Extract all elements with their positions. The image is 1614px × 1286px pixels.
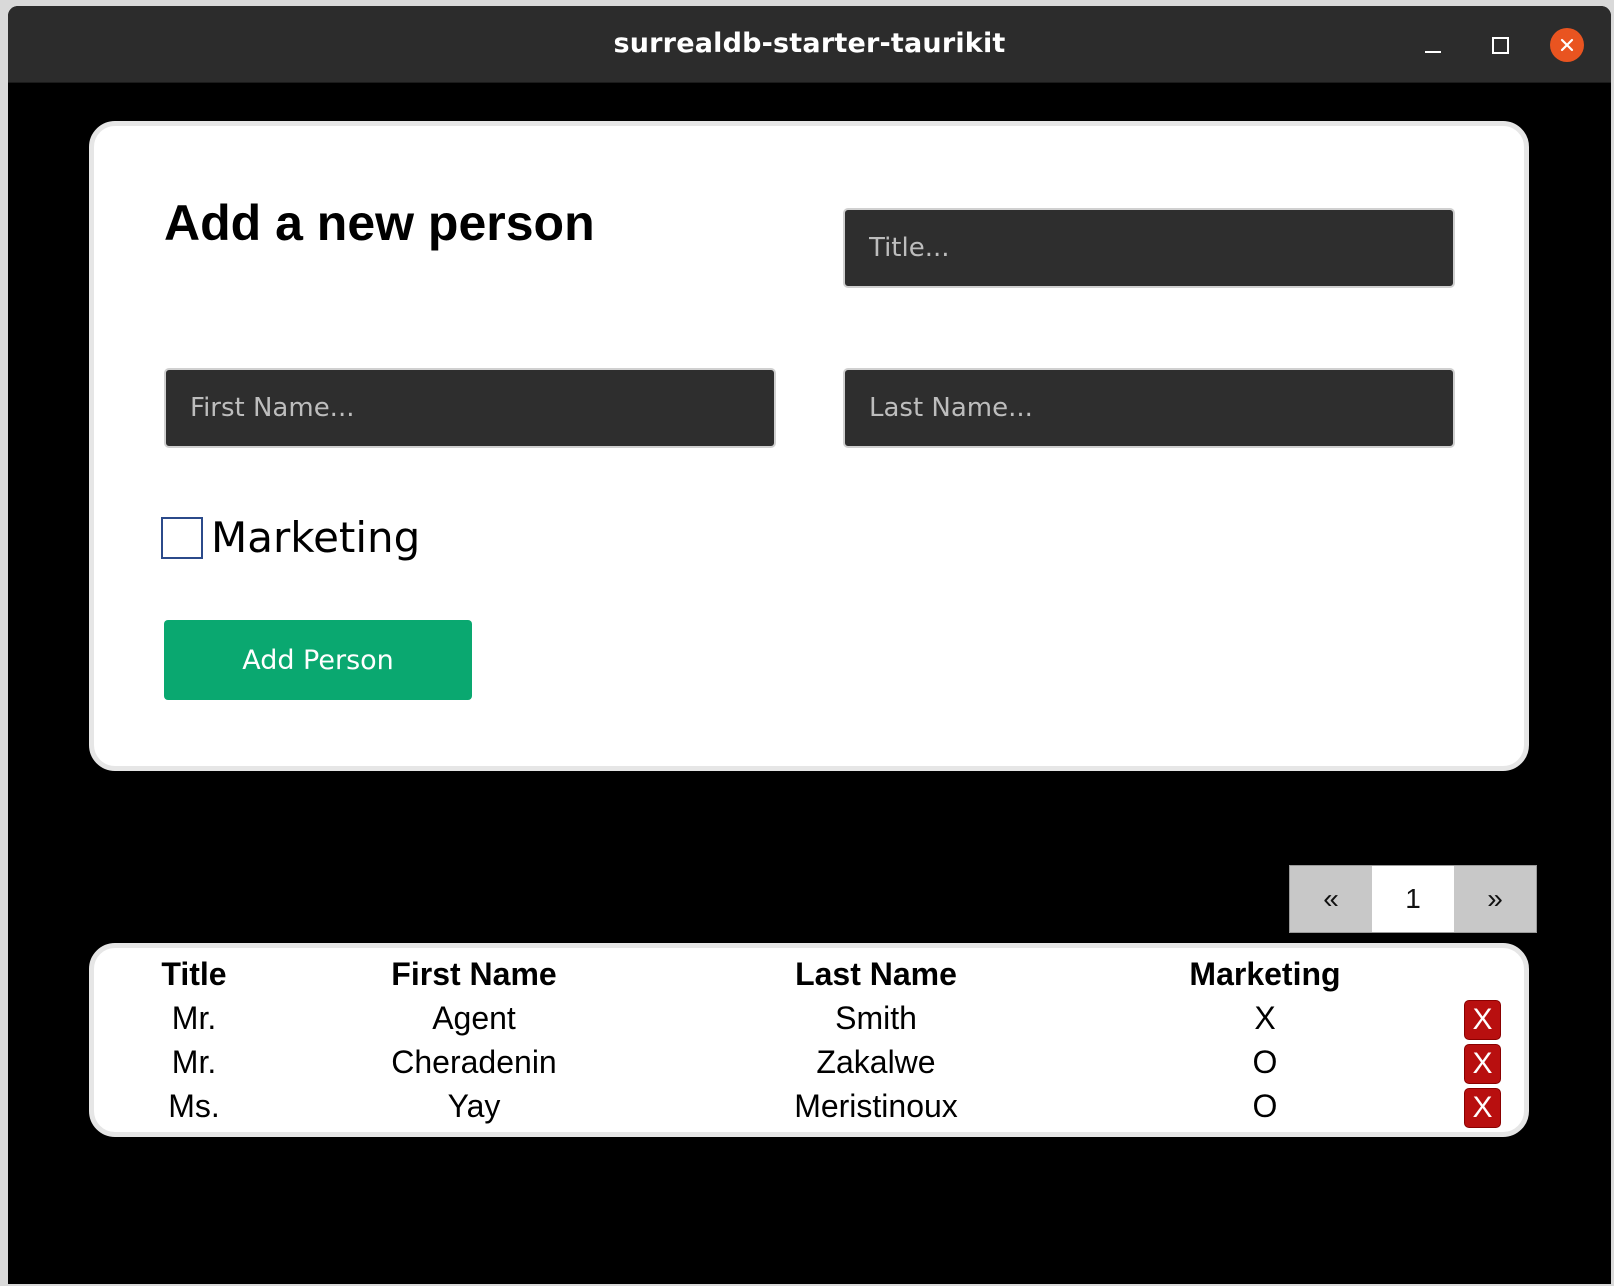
delete-row-button[interactable]: X bbox=[1464, 1044, 1501, 1084]
minimize-icon bbox=[1425, 51, 1441, 53]
first-name-input[interactable] bbox=[164, 368, 776, 448]
next-page-button[interactable]: » bbox=[1454, 866, 1536, 932]
cell-last-name: Meristinoux bbox=[794, 1088, 958, 1124]
cell-marketing: O bbox=[1252, 1044, 1278, 1080]
column-header-marketing: Marketing bbox=[1189, 956, 1341, 992]
cell-title: Mr. bbox=[171, 1000, 217, 1036]
last-name-input[interactable] bbox=[843, 368, 1455, 448]
pagination: « 1 » bbox=[1289, 865, 1537, 933]
window-title: surrealdb-starter-taurikit bbox=[613, 28, 1006, 59]
cell-last-name: Smith bbox=[835, 1000, 917, 1036]
column-header-last-name: Last Name bbox=[795, 956, 957, 992]
title-bar[interactable]: surrealdb-starter-taurikit bbox=[8, 6, 1611, 83]
close-button[interactable] bbox=[1550, 28, 1584, 62]
cell-title: Ms. bbox=[168, 1088, 220, 1124]
previous-page-button[interactable]: « bbox=[1290, 866, 1372, 932]
marketing-option: Marketing bbox=[161, 513, 420, 562]
marketing-checkbox[interactable] bbox=[161, 516, 203, 559]
current-page[interactable]: 1 bbox=[1372, 866, 1454, 932]
marketing-label: Marketing bbox=[211, 513, 421, 562]
people-table: Title First Name Last Name Marketing Mr.… bbox=[89, 943, 1529, 1137]
app-window: surrealdb-starter-taurikit Add a new per… bbox=[8, 6, 1611, 1284]
maximize-button[interactable] bbox=[1483, 28, 1517, 62]
cell-marketing: X bbox=[1254, 1000, 1276, 1036]
cell-last-name: Zakalwe bbox=[816, 1044, 936, 1080]
delete-row-button[interactable]: X bbox=[1464, 1088, 1501, 1128]
cell-title: Mr. bbox=[171, 1044, 217, 1080]
cell-first-name: Yay bbox=[447, 1088, 501, 1124]
add-person-form: Add a new person Marketing Add Person bbox=[89, 121, 1529, 771]
column-header-first-name: First Name bbox=[391, 956, 557, 992]
column-header-title: Title bbox=[161, 956, 227, 992]
cell-first-name: Cheradenin bbox=[391, 1044, 557, 1080]
form-heading: Add a new person bbox=[164, 195, 595, 251]
cell-marketing: O bbox=[1252, 1088, 1278, 1124]
add-person-button[interactable]: Add Person bbox=[164, 620, 472, 700]
delete-row-button[interactable]: X bbox=[1464, 1000, 1501, 1040]
maximize-icon bbox=[1491, 36, 1509, 54]
cell-first-name: Agent bbox=[432, 1000, 516, 1036]
minimize-button[interactable] bbox=[1416, 28, 1450, 62]
close-icon bbox=[1560, 38, 1574, 52]
title-input[interactable] bbox=[843, 208, 1455, 288]
